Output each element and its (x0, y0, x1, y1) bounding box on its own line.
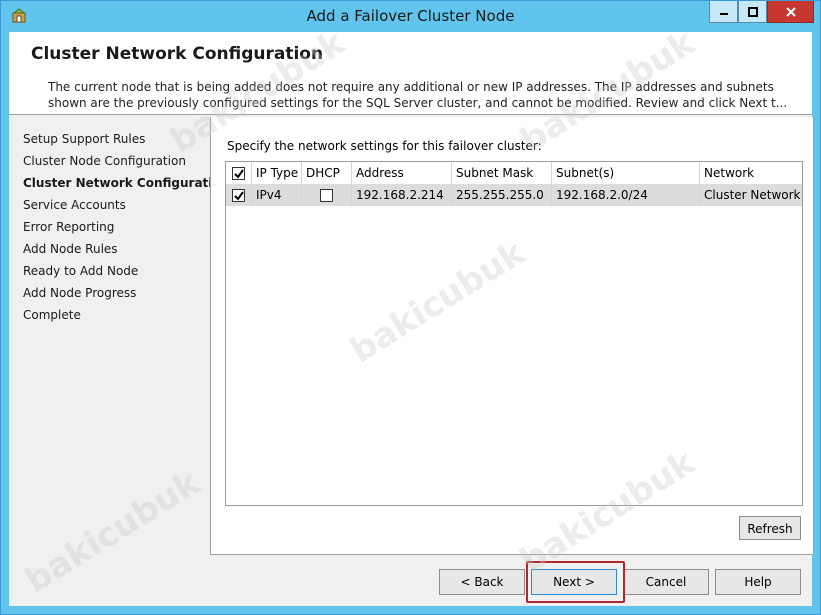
checkmark-icon (234, 191, 244, 201)
table-row[interactable]: IPv4 192.168.2.214 255.255.255.0 192.168… (226, 184, 802, 206)
column-header-dhcp[interactable]: DHCP (302, 162, 352, 184)
instruction-text: Specify the network settings for this fa… (227, 139, 542, 153)
column-header-address[interactable]: Address (352, 162, 452, 184)
help-button[interactable]: Help (715, 569, 801, 595)
header-checkbox[interactable] (232, 167, 245, 180)
step-add-node-progress[interactable]: Add Node Progress (23, 282, 229, 304)
row-select-cell[interactable] (226, 184, 252, 206)
page-description: The current node that is being added doe… (48, 79, 788, 111)
page-description-line1: The current node that is being added doe… (48, 80, 774, 94)
maximize-icon (747, 6, 758, 17)
step-complete[interactable]: Complete (23, 304, 229, 326)
main-panel: Specify the network settings for this fa… (210, 117, 814, 555)
wizard-steps: Setup Support Rules Cluster Node Configu… (23, 128, 229, 326)
minimize-icon (719, 12, 728, 15)
page-header: Cluster Network Configuration The curren… (9, 32, 812, 115)
row-checkbox[interactable] (232, 189, 245, 202)
column-header-subnets[interactable]: Subnet(s) (552, 162, 700, 184)
watermark-text: bakicubuk (18, 462, 207, 602)
page-description-line2: shown are the previously configured sett… (48, 96, 788, 110)
column-header-network[interactable]: Network (700, 162, 802, 184)
cell-subnets: 192.168.2.0/24 (552, 184, 700, 206)
next-button[interactable]: Next > (531, 569, 617, 595)
step-cluster-network-configuration[interactable]: Cluster Network Configuration (23, 172, 229, 194)
refresh-button[interactable]: Refresh (739, 516, 801, 540)
cell-address: 192.168.2.214 (352, 184, 452, 206)
maximize-button[interactable] (738, 1, 767, 23)
step-setup-support-rules[interactable]: Setup Support Rules (23, 128, 229, 150)
window-title: Add a Failover Cluster Node (306, 7, 515, 25)
close-icon (785, 6, 796, 17)
step-service-accounts[interactable]: Service Accounts (23, 194, 229, 216)
title-bar[interactable]: Add a Failover Cluster Node (1, 1, 820, 32)
header-select-all[interactable] (226, 162, 252, 184)
step-add-node-rules[interactable]: Add Node Rules (23, 238, 229, 260)
cell-network: Cluster Network 2 (704, 188, 802, 202)
column-header-ip-type[interactable]: IP Type (252, 162, 302, 184)
close-button[interactable] (767, 1, 814, 23)
cell-subnet-mask: 255.255.255.0 (452, 184, 552, 206)
back-button[interactable]: < Back (439, 569, 525, 595)
dialog-window: Add a Failover Cluster Node Cluster Netw… (0, 0, 821, 615)
column-header-subnet-mask[interactable]: Subnet Mask (452, 162, 552, 184)
page-title: Cluster Network Configuration (31, 44, 324, 64)
cell-ip-type: IPv4 (252, 184, 302, 206)
minimize-button[interactable] (709, 1, 738, 23)
cancel-button[interactable]: Cancel (623, 569, 709, 595)
step-error-reporting[interactable]: Error Reporting (23, 216, 229, 238)
step-cluster-node-configuration[interactable]: Cluster Node Configuration (23, 150, 229, 172)
network-settings-grid[interactable]: IP Type DHCP Address Subnet Mask Subnet(… (225, 161, 803, 506)
grid-header-row: IP Type DHCP Address Subnet Mask Subnet(… (226, 162, 802, 185)
dialog-client-area: Cluster Network Configuration The curren… (9, 23, 814, 606)
checkmark-icon (234, 169, 244, 179)
step-ready-to-add-node[interactable]: Ready to Add Node (23, 260, 229, 282)
cell-dhcp[interactable] (302, 184, 352, 206)
dhcp-checkbox[interactable] (320, 189, 333, 202)
